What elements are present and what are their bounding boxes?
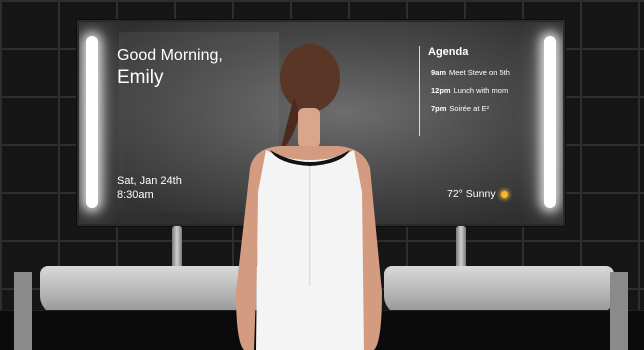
agenda-item-time: 7pm <box>431 104 447 113</box>
agenda-item-time: 12pm <box>431 86 451 95</box>
date-label: Sat, Jan 24th <box>117 175 182 187</box>
agenda-item: 9am Meet Steve on 5th <box>431 68 528 77</box>
agenda-item-text: Lunch with mom <box>453 86 509 95</box>
agenda-item: 7pm Soirée at E² <box>431 104 528 113</box>
left-light-strip <box>86 36 98 208</box>
agenda-item-time: 9am <box>431 68 447 77</box>
right-light-strip <box>544 36 556 208</box>
weather-label: 72° Sunny <box>447 188 496 200</box>
agenda-panel: Agenda 9am Meet Steve on 5th 12pm Lunch wi… <box>419 46 528 136</box>
greeting-line: Good Morning, <box>117 47 223 64</box>
agenda-item-text: Meet Steve on 5th <box>449 68 510 77</box>
bathroom-scene: Good Morning, Emily Sat, Jan 24th 8:30am… <box>0 0 644 350</box>
sun-icon <box>500 190 508 198</box>
right-towel <box>610 272 628 350</box>
weather-widget: 72° Sunny <box>447 188 508 200</box>
agenda-title: Agenda <box>428 46 469 58</box>
time-label: 8:30am <box>117 189 154 201</box>
left-towel <box>14 272 32 350</box>
greeting: Good Morning, Emily <box>117 46 223 90</box>
greeting-name: Emily <box>117 67 164 88</box>
woman-figure <box>236 44 382 350</box>
agenda-item-text: Soirée at E² <box>449 104 490 113</box>
date-time: Sat, Jan 24th 8:30am <box>117 174 182 202</box>
agenda-item: 12pm Lunch with mom <box>431 86 528 95</box>
